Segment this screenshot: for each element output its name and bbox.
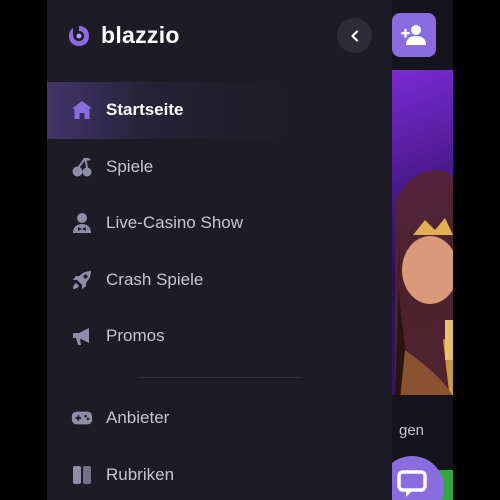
add-user-icon: [401, 25, 426, 45]
nav-item-live-casino-show[interactable]: Live-Casino Show: [47, 195, 392, 252]
collapse-drawer-button[interactable]: [337, 18, 372, 53]
dealer-icon: [71, 212, 93, 234]
primary-nav: Startseite Spiele Live-Casino Show Crash…: [47, 82, 392, 365]
cherries-icon: [71, 156, 93, 178]
chevron-left-icon: [350, 29, 358, 42]
nav-label-crash-spiele: Crash Spiele: [106, 269, 204, 289]
nav-item-promos[interactable]: Promos: [47, 308, 392, 365]
background-partial-text: gen: [399, 422, 425, 439]
nav-item-crash-spiele[interactable]: Crash Spiele: [47, 252, 392, 309]
hero-image: [395, 170, 453, 395]
nav-item-startseite[interactable]: Startseite: [47, 82, 392, 139]
nav-label-rubriken: Rubriken: [106, 464, 175, 484]
chat-icon: [397, 470, 427, 497]
nav-label-live-casino-show: Live-Casino Show: [106, 213, 244, 233]
nav-item-rubriken[interactable]: Rubriken: [47, 447, 392, 500]
nav-item-spiele[interactable]: Spiele: [47, 139, 392, 196]
nav-label-anbieter: Anbieter: [106, 408, 170, 428]
brand-name: blazzio: [101, 22, 180, 48]
home-icon: [71, 99, 93, 121]
gamepad-icon: [71, 407, 93, 429]
nav-label-promos: Promos: [106, 326, 165, 346]
rocket-icon: [71, 269, 93, 291]
brand-logo[interactable]: blazzio: [67, 22, 180, 49]
categories-icon: [71, 464, 93, 486]
nav-label-startseite: Startseite: [106, 100, 184, 120]
nav-divider: [139, 377, 301, 378]
megaphone-icon: [71, 325, 93, 347]
nav-label-spiele: Spiele: [106, 156, 154, 176]
signup-button[interactable]: [392, 13, 436, 57]
app-screen: gen blazzio Startseite Spiele Live-Casin…: [47, 0, 453, 500]
nav-item-anbieter[interactable]: Anbieter: [47, 390, 392, 447]
secondary-nav: Anbieter Rubriken: [47, 390, 392, 500]
hero-banner[interactable]: [387, 70, 453, 395]
blazzio-logo-icon: [69, 25, 89, 46]
side-drawer: blazzio Startseite Spiele Live-Casino Sh…: [47, 0, 392, 500]
